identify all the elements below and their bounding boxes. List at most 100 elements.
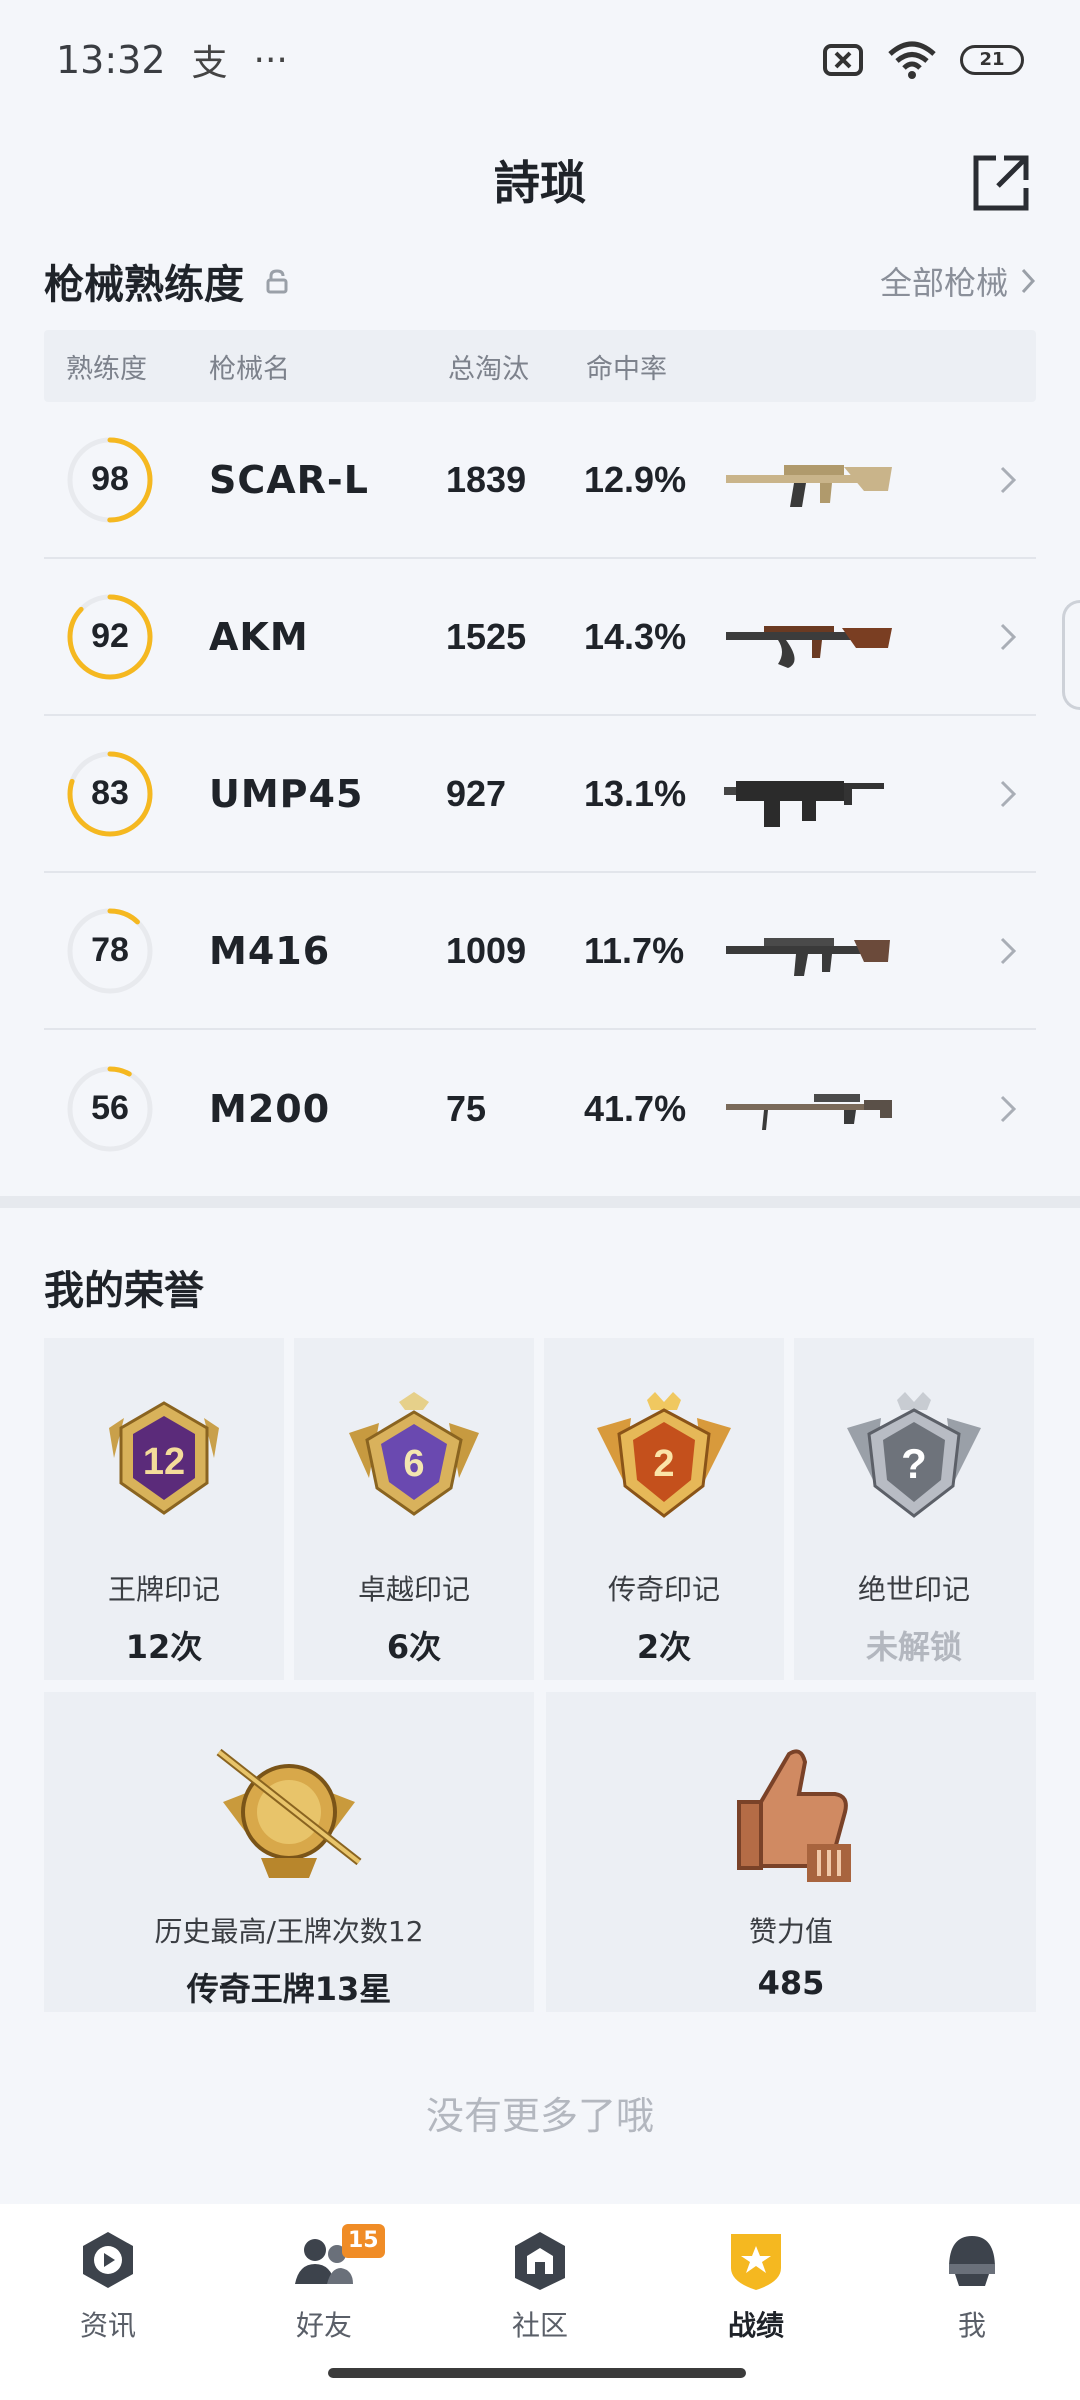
nav-label: 社区: [511, 2309, 568, 2342]
honor-count: 2次: [636, 1628, 692, 1666]
chevron-right-icon: [1000, 623, 1017, 650]
likes-label: 赞力值: [748, 1915, 833, 1948]
nav-label-active: 战绩: [727, 2309, 784, 2342]
profile-icon: [949, 2236, 995, 2286]
nav-item-profile[interactable]: 我: [882, 2228, 1062, 2400]
honor-card-ace[interactable]: 12 王牌印记 12次: [44, 1338, 284, 1680]
weapon-kills: 1839: [446, 458, 527, 500]
all-weapons-link[interactable]: 全部枪械: [880, 258, 1036, 304]
table-row[interactable]: 83 UMP45 927 13.1%: [44, 716, 1036, 873]
status-bar: 13:32 支 ··· 21: [0, 0, 1080, 120]
highest-rank-label: 历史最高/王牌次数12: [154, 1915, 424, 1948]
honor-section-header: 我的荣誉: [44, 1258, 1036, 1316]
highest-rank-value: 传奇王牌13星: [186, 1970, 392, 2008]
friends-badge: 15: [342, 2224, 385, 2258]
excellence-emblem-icon: 6: [349, 1392, 479, 1516]
honor-card-legend[interactable]: 2 传奇印记 2次: [544, 1338, 784, 1680]
excellence-emblem-number: 6: [403, 1443, 424, 1485]
weapon-kills: 75: [446, 1087, 487, 1129]
share-icon[interactable]: [970, 152, 1032, 214]
weapon-accuracy: 12.9%: [584, 458, 687, 500]
honor-label: 王牌印记: [107, 1573, 220, 1606]
weapon-accuracy: 41.7%: [584, 1087, 687, 1129]
sim-off-icon: [823, 44, 863, 76]
weapon-kills: 927: [446, 772, 507, 814]
legend-ace-rank-icon: [216, 1748, 362, 1878]
mastery-section-header: 枪械熟练度 全部枪械: [44, 252, 1036, 310]
wifi-icon: [888, 41, 936, 79]
nav-label: 资讯: [79, 2309, 136, 2342]
page-title: 詩琐: [494, 156, 586, 210]
honor-label: 绝世印记: [857, 1573, 970, 1606]
home-indicator: [328, 2368, 746, 2378]
column-mastery: 熟练度: [66, 353, 147, 385]
mastery-level: 78: [91, 931, 129, 969]
chevron-right-icon: [1000, 937, 1017, 964]
weapon-name: M416: [209, 928, 331, 973]
more-notifications-icon: ···: [253, 39, 288, 81]
weapon-name: UMP45: [209, 771, 364, 816]
record-icon: [731, 2234, 781, 2290]
column-weapon-name: 枪械名: [209, 353, 290, 385]
mastery-title: 枪械熟练度: [44, 262, 244, 308]
chevron-right-icon: [1000, 780, 1017, 807]
app-header: 詩琐: [0, 110, 1080, 250]
mastery-level: 56: [91, 1089, 129, 1127]
table-header: 熟练度 枪械名 总淘汰 命中率: [44, 330, 1036, 402]
community-icon: [515, 2232, 565, 2290]
ump45-smg-icon: [724, 780, 884, 827]
nav-item-news[interactable]: 资讯: [18, 2228, 198, 2400]
honor-count-locked: 未解锁: [865, 1628, 962, 1666]
legend-emblem-number: 2: [653, 1443, 674, 1485]
weapon-kills: 1009: [446, 929, 527, 971]
weapon-accuracy: 11.7%: [584, 929, 685, 971]
weapon-accuracy: 13.1%: [584, 772, 687, 814]
battery-indicator: 21: [960, 45, 1024, 75]
weapon-mastery-table: 熟练度 枪械名 总淘汰 命中率 98 SCAR-L 1839 12.9% 92 AKM 15…: [44, 330, 1036, 1187]
likes-value: 485: [757, 1964, 825, 2002]
honor-card-likes[interactable]: 赞力值 485: [546, 1692, 1036, 2012]
weapon-name: AKM: [209, 614, 309, 659]
honor-title: 我的荣誉: [44, 1268, 204, 1314]
peerless-emblem-mark: ?: [901, 1440, 927, 1487]
honor-label: 卓越印记: [357, 1573, 470, 1606]
honor-grid: 12 王牌印记 12次 6 卓越印记 6次 2 传奇印记 2次 ? 绝世印记 未…: [44, 1338, 1036, 2012]
m416-rifle-icon: [726, 937, 890, 976]
chevron-right-icon: [1000, 1095, 1017, 1122]
ace-emblem-icon: 12: [109, 1401, 219, 1515]
weapon-name: SCAR-L: [209, 457, 369, 502]
weapon-accuracy: 14.3%: [584, 615, 687, 657]
nav-label: 我: [957, 2309, 986, 2342]
ace-emblem-number: 12: [143, 1441, 185, 1483]
column-accuracy: 命中率: [586, 353, 667, 385]
table-row[interactable]: 98 SCAR-L 1839 12.9%: [44, 402, 1036, 559]
honor-card-highest-rank[interactable]: 历史最高/王牌次数12 传奇王牌13星: [44, 1692, 534, 2012]
mastery-level: 98: [91, 460, 129, 498]
honor-label: 传奇印记: [607, 1573, 720, 1606]
honor-card-peerless[interactable]: ? 绝世印记 未解锁: [794, 1338, 1034, 1680]
honor-count: 6次: [386, 1628, 442, 1666]
peerless-emblem-icon: ?: [847, 1392, 981, 1518]
m200-sniper-icon: [726, 1093, 892, 1130]
alipay-notification-icon: 支: [191, 43, 228, 84]
chevron-right-icon: [1021, 268, 1036, 294]
end-of-list-text: 没有更多了哦: [425, 2094, 654, 2138]
lock-icon[interactable]: [264, 268, 290, 294]
table-row[interactable]: 92 AKM 1525 14.3%: [44, 559, 1036, 716]
mastery-level: 83: [91, 774, 129, 812]
table-row[interactable]: 78 M416 1009 11.7%: [44, 873, 1036, 1030]
column-total-kills: 总淘汰: [448, 353, 529, 385]
chevron-right-icon: [1000, 466, 1017, 493]
legend-emblem-icon: 2: [597, 1392, 731, 1518]
scar-l-rifle-icon: [726, 464, 892, 507]
weapon-kills: 1525: [446, 615, 527, 657]
weapon-name: M200: [209, 1086, 331, 1131]
honor-card-excellence[interactable]: 6 卓越印记 6次: [294, 1338, 534, 1680]
nav-label: 好友: [295, 2309, 352, 2342]
table-row[interactable]: 56 M200 75 41.7%: [44, 1030, 1036, 1187]
news-icon: [83, 2232, 133, 2288]
clock: 13:32: [56, 38, 166, 82]
akm-rifle-icon: [726, 625, 892, 668]
edge-scroll-handle[interactable]: [1062, 600, 1080, 710]
thumbs-up-icon: [737, 1749, 851, 1882]
